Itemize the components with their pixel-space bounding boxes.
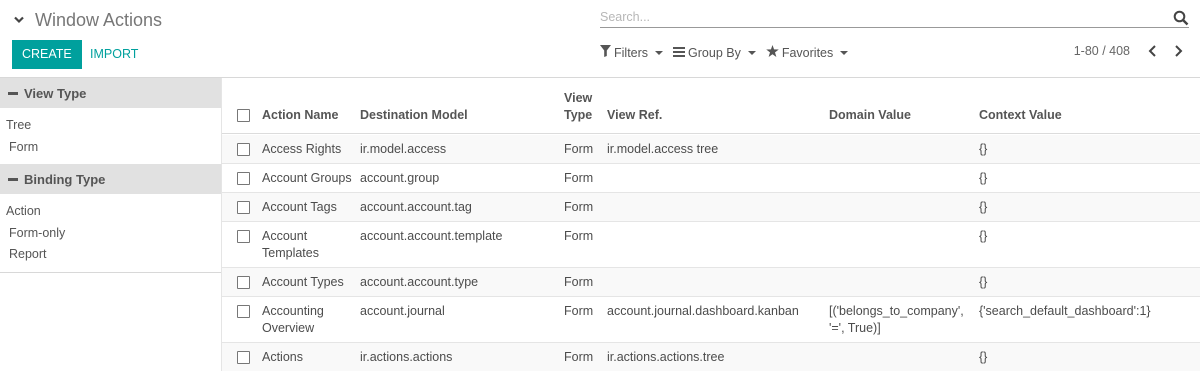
- row-checkbox[interactable]: [237, 351, 250, 364]
- cell-view-ref: ir.actions.actions.tree: [607, 350, 725, 364]
- control-panel: Window Actions CREATE IMPORT Filters Gro…: [0, 0, 1200, 78]
- cell-context-value: {}: [979, 350, 988, 364]
- caret-down-icon: [840, 50, 849, 55]
- category-header-binding-type[interactable]: Binding Type: [0, 164, 221, 194]
- minus-icon: [8, 91, 18, 95]
- cell-action-name-line1: Account: [262, 229, 308, 243]
- cell-destination-model: ir.model.access: [360, 142, 447, 156]
- column-header-domain-value[interactable]: Domain Value: [829, 108, 911, 122]
- column-header-view-type-line1[interactable]: View: [564, 91, 592, 105]
- search-panel: View Type Tree Form Binding Type Action …: [0, 78, 221, 371]
- chevron-down-icon[interactable]: [12, 12, 26, 28]
- row-checkbox[interactable]: [237, 276, 250, 289]
- cell-context-value: {}: [979, 275, 988, 289]
- search-icon[interactable]: [1173, 10, 1189, 26]
- page-title: Window Actions: [35, 10, 163, 30]
- cell-context-value: {}: [979, 229, 988, 243]
- cell-view-type: Form: [564, 142, 594, 156]
- cell-domain-value-line2: '=', True)]: [829, 321, 881, 335]
- filter-icon: [600, 45, 611, 60]
- row-checkbox[interactable]: [237, 143, 250, 156]
- table-row[interactable]: Account Templates account.account.templa…: [222, 222, 1200, 268]
- chevron-left-icon[interactable]: [1146, 44, 1158, 58]
- column-header-context-value[interactable]: Context Value: [979, 108, 1062, 122]
- table-row[interactable]: Access Rights ir.model.access Form ir.mo…: [222, 135, 1200, 164]
- star-icon: [766, 45, 779, 60]
- category-list-binding-type: Action Form-only Report: [0, 194, 221, 273]
- category-item-form-only[interactable]: Form-only: [0, 223, 221, 245]
- row-checkbox[interactable]: [237, 201, 250, 214]
- row-checkbox[interactable]: [237, 172, 250, 185]
- caret-down-icon: [655, 50, 664, 55]
- filters-button[interactable]: Filters: [600, 45, 664, 60]
- cell-context-value: {}: [979, 142, 988, 156]
- cell-action-name-line2: Templates: [262, 246, 319, 260]
- cell-domain-value-line1: [('belongs_to_company',: [829, 304, 964, 318]
- row-checkbox[interactable]: [237, 305, 250, 318]
- cell-view-type: Form: [564, 229, 594, 243]
- category-list-view-type: Tree Form: [0, 108, 221, 164]
- cell-context-value: {'search_default_dashboard':1}: [979, 304, 1151, 318]
- pager: 1-80 / 408: [1074, 44, 1184, 58]
- category-title: View Type: [24, 85, 87, 101]
- table-row[interactable]: Account Types account.account.type Form …: [222, 268, 1200, 297]
- category-item-tree[interactable]: Tree: [0, 115, 221, 137]
- caret-down-icon: [747, 50, 756, 55]
- cell-destination-model: account.group: [360, 171, 440, 185]
- cell-action-name: Account Groups: [262, 171, 352, 185]
- cell-action-name: Access Rights: [262, 142, 342, 156]
- table-row[interactable]: Accounting Overview account.journal Form…: [222, 297, 1200, 343]
- category-header-view-type[interactable]: View Type: [0, 78, 221, 108]
- cell-action-name: Actions: [262, 350, 303, 364]
- cell-view-type: Form: [564, 275, 594, 289]
- table-row[interactable]: Account Tags account.account.tag Form {}: [222, 193, 1200, 222]
- cell-destination-model: account.account.type: [360, 275, 479, 289]
- favorites-label: Favorites: [781, 45, 834, 60]
- cell-destination-model: account.account.template: [360, 229, 503, 243]
- cell-action-name-line1: Accounting: [262, 304, 324, 318]
- table-row[interactable]: Actions ir.actions.actions Form ir.actio…: [222, 343, 1200, 371]
- cell-destination-model: ir.actions.actions: [360, 350, 453, 364]
- group-by-button[interactable]: Group By: [673, 46, 756, 60]
- row-checkbox[interactable]: [237, 230, 250, 243]
- column-header-view-ref[interactable]: View Ref.: [607, 108, 662, 122]
- search-input[interactable]: [600, 8, 1160, 26]
- category-title: Binding Type: [24, 171, 106, 187]
- cell-view-type: Form: [564, 304, 594, 318]
- category-item-form[interactable]: Form: [0, 137, 221, 159]
- cell-context-value: {}: [979, 171, 988, 185]
- group-by-label: Group By: [688, 45, 741, 60]
- import-button[interactable]: IMPORT: [86, 40, 142, 69]
- cell-action-name: Account Types: [262, 275, 344, 289]
- list-view: Action Name Destination Model View Type …: [221, 78, 1200, 371]
- cell-view-ref: ir.model.access tree: [607, 142, 719, 156]
- table-row[interactable]: Account Groups account.group Form {}: [222, 164, 1200, 193]
- filters-label: Filters: [614, 45, 649, 60]
- cell-destination-model: account.journal: [360, 304, 445, 318]
- column-header-view-type-line2[interactable]: Type: [564, 108, 592, 122]
- search-bar: [600, 8, 1189, 28]
- table-header: Action Name Destination Model View Type …: [222, 78, 1200, 134]
- pager-value[interactable]: 1-80 / 408: [1074, 44, 1130, 58]
- category-item-action[interactable]: Action: [0, 201, 221, 223]
- list-icon: [673, 46, 686, 60]
- cell-action-name: Account Tags: [262, 200, 337, 214]
- column-header-action-name[interactable]: Action Name: [262, 108, 338, 122]
- cell-action-name-line2: Overview: [262, 321, 315, 335]
- create-button[interactable]: CREATE: [12, 40, 82, 69]
- category-item-report[interactable]: Report: [0, 244, 221, 266]
- cell-destination-model: account.account.tag: [360, 200, 472, 214]
- cell-view-type: Form: [564, 171, 594, 185]
- minus-icon: [8, 177, 18, 181]
- cell-context-value: {}: [979, 200, 988, 214]
- cell-view-ref: account.journal.dashboard.kanban: [607, 304, 799, 318]
- cell-view-type: Form: [564, 350, 594, 364]
- favorites-button[interactable]: Favorites: [766, 45, 849, 60]
- searchview-buttons: Filters Group By Favorites: [600, 45, 849, 60]
- column-header-destination-model[interactable]: Destination Model: [360, 108, 468, 122]
- select-all-checkbox[interactable]: [237, 109, 250, 122]
- chevron-right-icon[interactable]: [1172, 44, 1184, 58]
- cell-view-type: Form: [564, 200, 594, 214]
